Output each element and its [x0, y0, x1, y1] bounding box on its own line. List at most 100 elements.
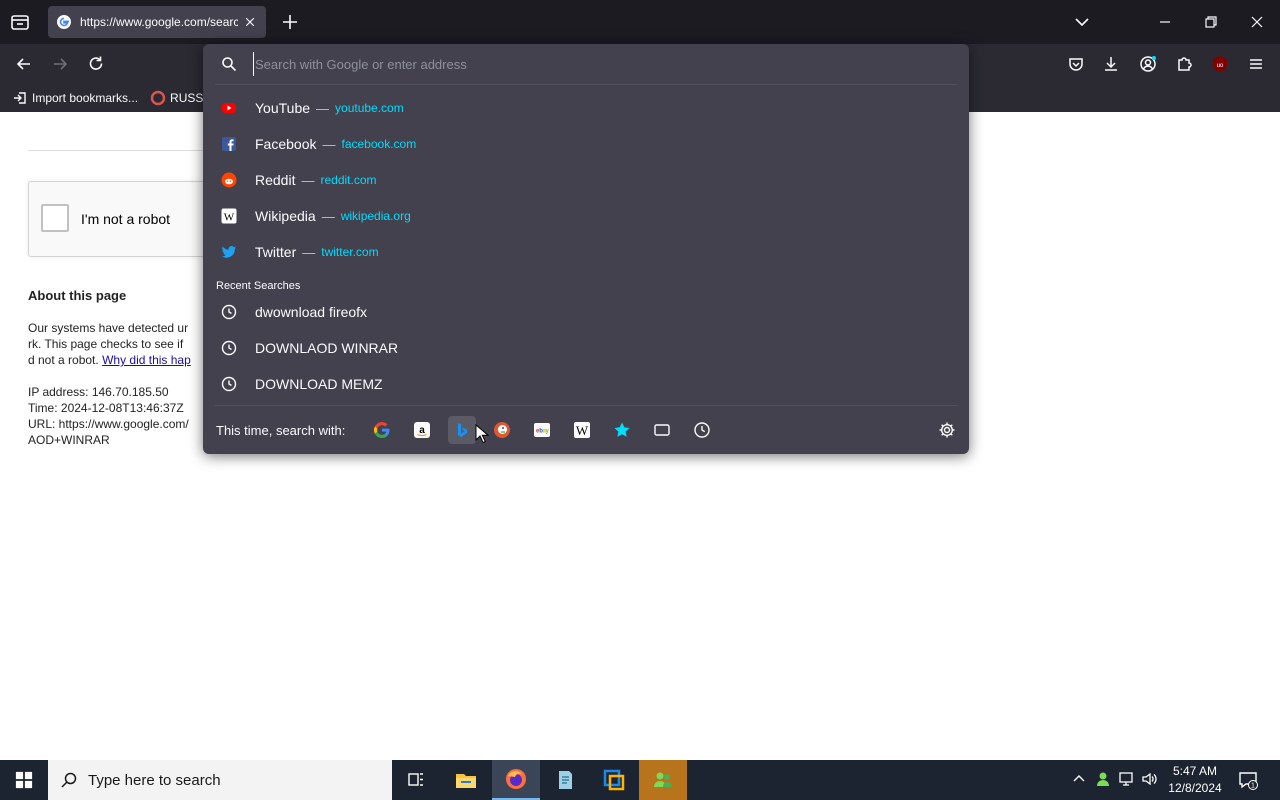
tab-title: https://www.google.com/search: [80, 15, 238, 29]
minimize-icon[interactable]: [1155, 12, 1175, 32]
active-tab[interactable]: https://www.google.com/search: [48, 6, 266, 38]
url-line: URL: https://www.google.com/: [28, 417, 189, 431]
suggestion-name: Reddit: [255, 172, 296, 188]
separator: —: [301, 172, 315, 188]
import-icon: [14, 92, 26, 104]
notepad-icon[interactable]: [541, 760, 589, 800]
about-line: Our systems have detected ur: [28, 321, 189, 335]
restore-icon[interactable]: [1201, 12, 1221, 32]
divider: [215, 84, 957, 85]
about-text: Our systems have detected ur rk. This pa…: [28, 320, 204, 448]
recent-search-text: dwownload fireofx: [255, 304, 368, 320]
separator: —: [322, 136, 336, 152]
google-icon: [57, 15, 71, 29]
suggestion-url: youtube.com: [335, 101, 404, 115]
bookmarks-star-icon[interactable]: [608, 416, 636, 444]
bookmark-import[interactable]: Import bookmarks...: [12, 90, 138, 106]
address-bar-panel: YouTube — youtube.com Facebook — faceboo…: [203, 44, 969, 454]
downloads-icon[interactable]: [1101, 54, 1121, 74]
svg-text:W: W: [224, 212, 235, 224]
timestamp: Time: 2024-12-08T13:46:37Z: [28, 401, 184, 415]
recent-search-item[interactable]: DOWNLAOD WINRAR: [203, 330, 969, 366]
close-tab-icon[interactable]: [242, 14, 258, 30]
tabs-icon[interactable]: [648, 416, 676, 444]
about-title: About this page: [28, 288, 127, 303]
windows-start-icon[interactable]: [0, 760, 48, 800]
address-input[interactable]: [253, 52, 953, 76]
clock-date: 12/8/2024: [1168, 781, 1222, 795]
google-icon[interactable]: [368, 416, 396, 444]
account-icon[interactable]: [1138, 54, 1158, 74]
separator: —: [302, 244, 316, 260]
separator: —: [316, 100, 330, 116]
users-app-icon[interactable]: [639, 760, 687, 800]
suggestion-wikipedia[interactable]: W Wikipedia — wikipedia.org: [203, 198, 969, 234]
network-icon[interactable]: [1117, 770, 1135, 788]
recent-search-item[interactable]: dwownload fireofx: [203, 294, 969, 330]
svg-text:a: a: [419, 425, 425, 436]
taskbar-search-box[interactable]: Type here to search: [48, 760, 392, 800]
svg-text:uo: uo: [1217, 63, 1224, 69]
mouse-pointer-icon: [475, 424, 489, 444]
suggestion-name: Twitter: [255, 244, 297, 260]
divider: [28, 150, 228, 151]
bookmark-russi[interactable]: RUSSI: [150, 90, 207, 106]
bing-icon[interactable]: [448, 416, 476, 444]
notification-icon[interactable]: 1: [1238, 770, 1258, 790]
recent-search-text: DOWNLOAD MEMZ: [255, 376, 383, 392]
clock-time: 5:47 AM: [1172, 764, 1218, 778]
search-icon: [222, 57, 237, 72]
duckduckgo-icon[interactable]: [488, 416, 516, 444]
chevron-up-icon[interactable]: [1070, 770, 1088, 788]
file-explorer-icon[interactable]: [442, 760, 490, 800]
suggestion-name: Wikipedia: [255, 208, 316, 224]
reddit-icon: [221, 172, 237, 188]
task-view-icon[interactable]: [392, 760, 440, 800]
ebay-icon[interactable]: ebay: [528, 416, 556, 444]
suggestion-facebook[interactable]: Facebook — facebook.com: [203, 126, 969, 162]
address-bar: [203, 44, 969, 84]
separator: —: [321, 208, 335, 224]
list-all-tabs-icon[interactable]: [1072, 12, 1092, 32]
youtube-icon: [221, 100, 237, 116]
volume-icon[interactable]: [1140, 770, 1158, 788]
one-off-label: This time, search with:: [216, 423, 346, 438]
pocket-icon[interactable]: [1066, 54, 1086, 74]
suggestion-youtube[interactable]: YouTube — youtube.com: [203, 90, 969, 126]
history-icon: [221, 304, 237, 320]
history-icon: [221, 376, 237, 392]
new-tab-icon[interactable]: [280, 12, 300, 32]
search-icon: [61, 772, 77, 788]
system-clock[interactable]: 5:47 AM 12/8/2024: [1162, 763, 1228, 797]
recaptcha-checkbox[interactable]: [41, 204, 69, 232]
bookmark-favicon: [150, 90, 166, 106]
extensions-icon[interactable]: [1174, 54, 1194, 74]
tab-strip: https://www.google.com/search: [0, 0, 1280, 44]
firefox-view-icon[interactable]: [8, 10, 32, 34]
user-tray-icon[interactable]: [1094, 770, 1112, 788]
suggestion-name: YouTube: [255, 100, 311, 116]
notification-count: 1: [1251, 783, 1255, 790]
firefox-icon[interactable]: [492, 760, 540, 800]
one-off-search-bar: This time, search with: a ebay W: [203, 406, 969, 454]
ublock-origin-icon[interactable]: uo: [1210, 54, 1230, 74]
close-window-icon[interactable]: [1247, 12, 1267, 32]
hamburger-menu-icon[interactable]: [1246, 54, 1266, 74]
reload-icon[interactable]: [86, 54, 106, 74]
back-arrow-icon[interactable]: [14, 54, 34, 74]
why-link[interactable]: Why did this hap: [102, 353, 191, 367]
recent-search-item[interactable]: DOWNLOAD MEMZ: [203, 366, 969, 402]
virtualbox-icon[interactable]: [590, 760, 638, 800]
wikipedia-icon[interactable]: W: [568, 416, 596, 444]
suggestion-reddit[interactable]: Reddit — reddit.com: [203, 162, 969, 198]
recent-search-text: DOWNLAOD WINRAR: [255, 340, 399, 356]
forward-arrow-icon[interactable]: [50, 54, 70, 74]
bookmark-label: Import bookmarks...: [32, 91, 139, 105]
amazon-icon[interactable]: a: [408, 416, 436, 444]
suggestion-url: facebook.com: [341, 137, 417, 151]
bookmark-label: RUSSI: [170, 91, 207, 105]
history-icon[interactable]: [688, 416, 716, 444]
gear-icon[interactable]: [938, 421, 956, 439]
suggestion-twitter[interactable]: Twitter — twitter.com: [203, 234, 969, 270]
recaptcha-label: I'm not a robot: [81, 211, 171, 227]
